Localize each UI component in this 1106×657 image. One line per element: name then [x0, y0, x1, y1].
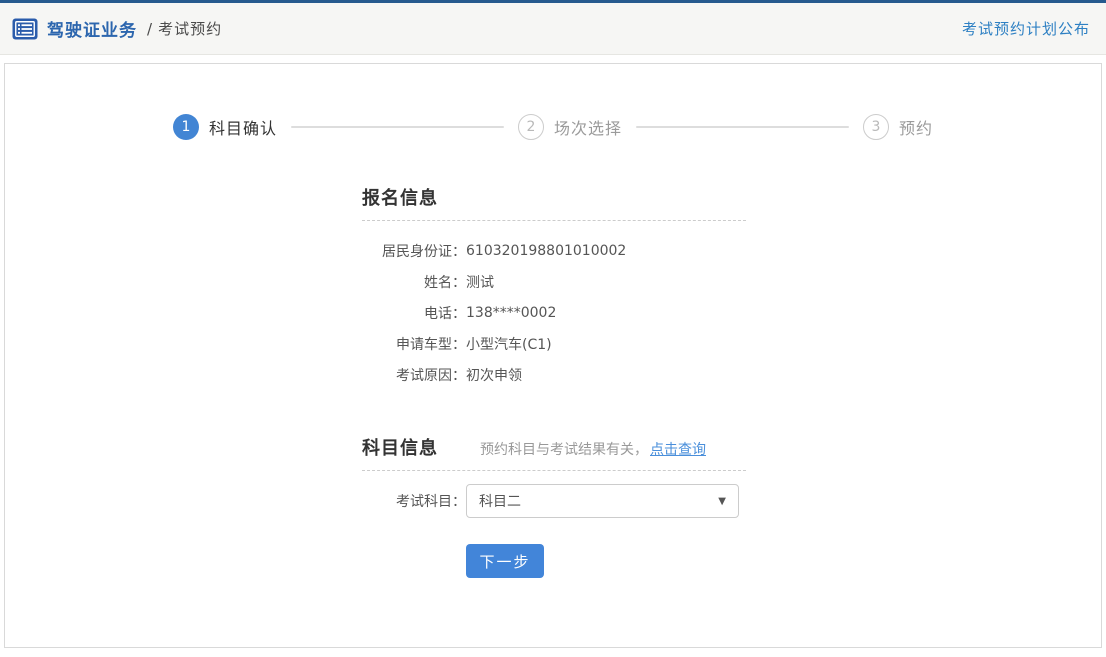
step-connector	[636, 126, 849, 128]
subject-title: 科目信息	[362, 434, 438, 460]
field-value: 138****0002	[466, 305, 556, 321]
registration-section: 报名信息 居民身份证： 610320198801010002 姓名： 测试 电话…	[362, 184, 746, 390]
step-1-circle: 1	[173, 114, 199, 140]
stepper: 1 科目确认 2 场次选择 3 预约	[173, 114, 933, 140]
subject-note: 预约科目与考试结果有关，	[480, 439, 648, 459]
main-card: 1 科目确认 2 场次选择 3 预约 报名信息 居民身份证： 610320198…	[4, 63, 1102, 648]
current-page-label: 考试预约	[158, 18, 222, 39]
field-label: 姓名：	[362, 272, 466, 292]
registration-title: 报名信息	[362, 184, 438, 210]
exam-plan-announcement-link[interactable]: 考试预约计划公布	[962, 18, 1090, 39]
chevron-down-icon: ▼	[718, 496, 726, 507]
field-label: 申请车型：	[362, 334, 466, 354]
query-result-link[interactable]: 点击查询	[650, 439, 706, 459]
field-value: 测试	[466, 272, 494, 292]
step-3-circle: 3	[863, 114, 889, 140]
step-session-select: 2 场次选择	[518, 114, 622, 140]
page-header: 驾驶证业务 / 考试预约 考试预约计划公布	[0, 3, 1106, 55]
registration-fields: 居民身份证： 610320198801010002 姓名： 测试 电话： 138…	[362, 235, 746, 390]
field-exam-reason: 考试原因： 初次申领	[362, 359, 746, 390]
field-value: 小型汽车(C1)	[466, 334, 552, 354]
subject-section: 科目信息 预约科目与考试结果有关， 点击查询 考试科目： 科目二 ▼ 下一步	[362, 434, 746, 578]
field-name: 姓名： 测试	[362, 266, 746, 297]
field-id-number: 居民身份证： 610320198801010002	[362, 235, 746, 266]
step-connector	[291, 126, 504, 128]
subject-section-header: 科目信息 预约科目与考试结果有关， 点击查询	[362, 434, 746, 471]
breadcrumb-separator: /	[147, 20, 152, 38]
field-vehicle-type: 申请车型： 小型汽车(C1)	[362, 328, 746, 359]
breadcrumb: 驾驶证业务 / 考试预约	[12, 16, 222, 42]
field-label: 居民身份证：	[362, 241, 466, 261]
field-label: 考试原因：	[362, 365, 466, 385]
field-label: 电话：	[362, 303, 466, 323]
exam-subject-label: 考试科目：	[362, 491, 466, 511]
step-2-circle: 2	[518, 114, 544, 140]
step-3-label: 预约	[899, 115, 933, 139]
step-1-label: 科目确认	[209, 115, 277, 139]
content-column: 报名信息 居民身份证： 610320198801010002 姓名： 测试 电话…	[362, 184, 746, 578]
step-2-label: 场次选择	[554, 115, 622, 139]
service-category-link[interactable]: 驾驶证业务	[47, 16, 137, 41]
step-subject-confirm: 1 科目确认	[173, 114, 277, 140]
field-value: 610320198801010002	[466, 243, 626, 259]
next-step-button[interactable]: 下一步	[466, 544, 544, 578]
exam-subject-selected-value: 科目二	[479, 491, 521, 511]
field-phone: 电话： 138****0002	[362, 297, 746, 328]
exam-subject-select[interactable]: 科目二 ▼	[466, 484, 739, 518]
step-reserve: 3 预约	[863, 114, 933, 140]
form-list-icon	[12, 16, 47, 42]
exam-subject-row: 考试科目： 科目二 ▼	[362, 484, 746, 518]
field-value: 初次申领	[466, 365, 522, 385]
registration-section-header: 报名信息	[362, 184, 746, 221]
